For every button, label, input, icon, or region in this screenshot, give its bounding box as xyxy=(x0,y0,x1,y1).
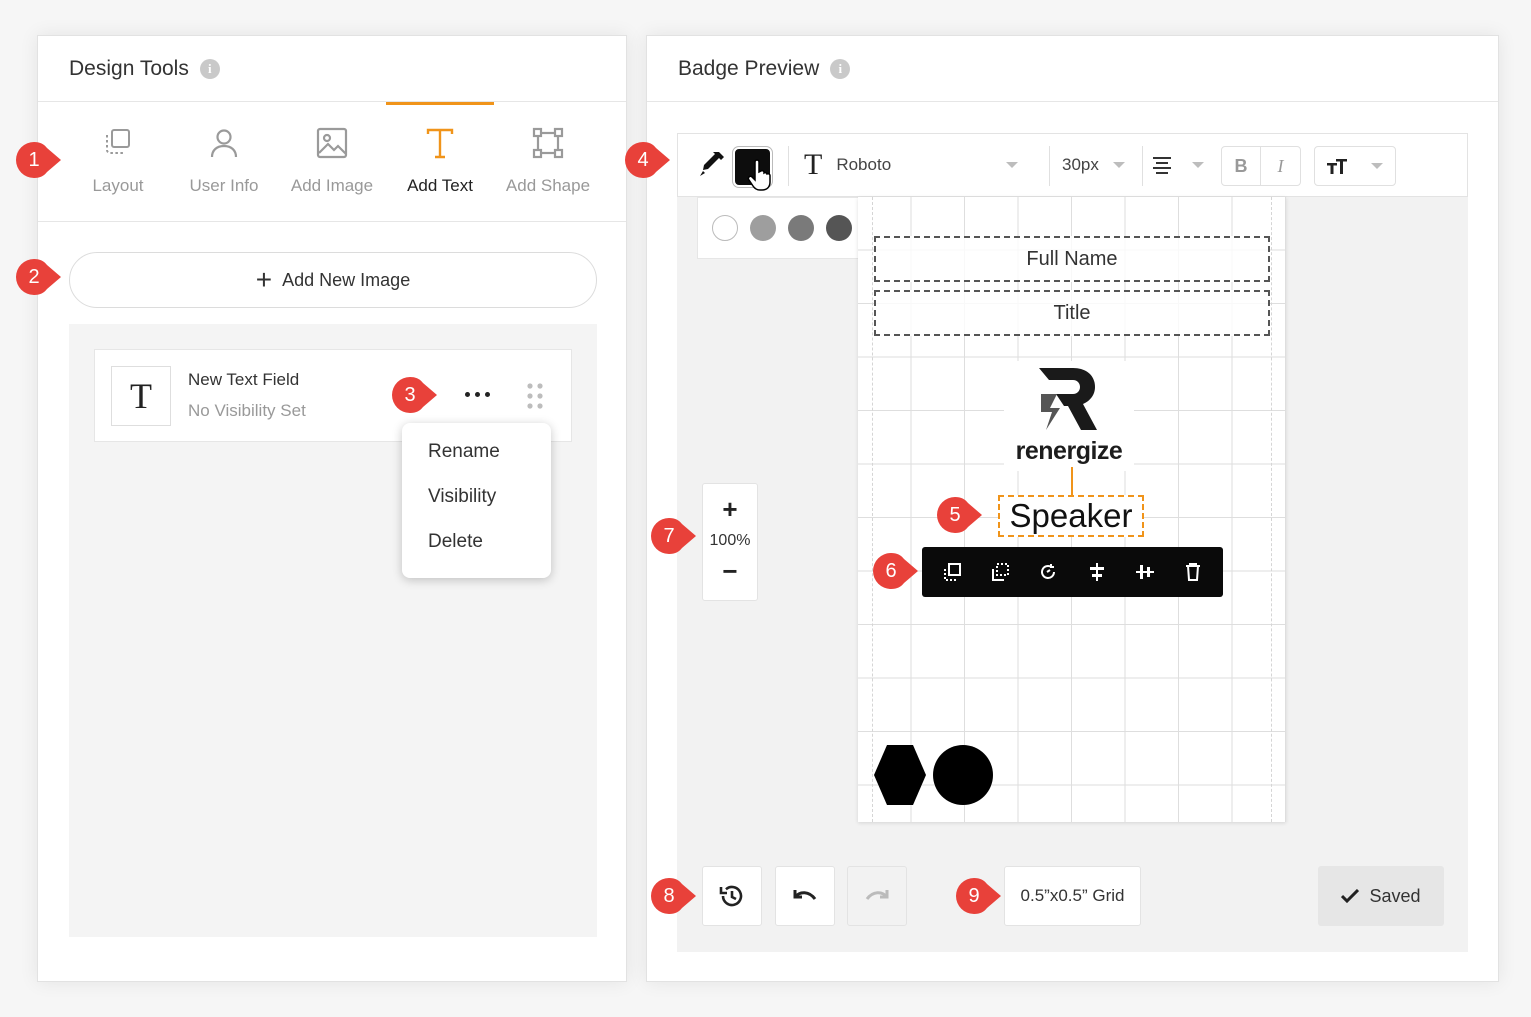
tab-add-shape[interactable]: Add Shape xyxy=(494,102,602,221)
saved-label: Saved xyxy=(1369,885,1421,906)
text-style-group: B I xyxy=(1221,146,1301,186)
design-tools-header: Design Tools i xyxy=(38,36,626,102)
design-tabs: Layout User Info Add Image Add Text Add … xyxy=(38,102,626,222)
tab-label: Add Image xyxy=(290,176,374,195)
zoom-in-button[interactable]: + xyxy=(703,496,757,522)
align-vertical-center-icon[interactable] xyxy=(1132,559,1158,585)
tab-layout[interactable]: Layout xyxy=(64,102,172,221)
text-format-toolbar: T Roboto 30px B I xyxy=(677,133,1468,197)
color-swatch-white[interactable] xyxy=(712,215,738,241)
annotation-marker: 5 xyxy=(936,496,984,534)
tab-label: Layout xyxy=(92,176,144,195)
chevron-down-icon xyxy=(1112,162,1125,168)
annotation-marker: 4 xyxy=(624,141,672,179)
annotation-marker: 6 xyxy=(872,552,920,590)
color-swatch-gray-1[interactable] xyxy=(750,215,776,241)
design-tools-title: Design Tools xyxy=(69,56,189,80)
element-toolbar xyxy=(922,547,1223,597)
shape-icon xyxy=(532,127,564,159)
align-center-icon xyxy=(1153,157,1171,174)
menu-item-visibility[interactable]: Visibility xyxy=(402,486,551,531)
bring-forward-icon[interactable] xyxy=(939,559,965,585)
rotate-icon[interactable] xyxy=(1035,559,1061,585)
circle-shape[interactable] xyxy=(933,745,993,805)
more-options-icon[interactable] xyxy=(457,382,497,406)
canvas-area: T Roboto 30px B I Full Name Title renerg… xyxy=(677,133,1468,952)
info-icon[interactable]: i xyxy=(199,58,220,79)
font-family-select[interactable]: T Roboto xyxy=(804,134,1019,196)
history-icon xyxy=(719,885,743,907)
add-new-image-button[interactable]: + Add New Image xyxy=(69,252,597,308)
full-name-field[interactable]: Full Name xyxy=(874,236,1270,282)
undo-button[interactable] xyxy=(775,866,835,926)
plus-icon: + xyxy=(255,264,273,295)
font-size-value: 30px xyxy=(1062,155,1099,174)
text-size-icon xyxy=(1315,147,1359,185)
logo-text: renergize xyxy=(1015,437,1123,465)
grid-toggle-button[interactable]: 0.5”x0.5” Grid xyxy=(1004,866,1141,926)
tab-label: Add Shape xyxy=(505,176,591,195)
badge-preview-panel: Badge Preview i T Roboto 30px B I Full N… xyxy=(646,35,1499,982)
menu-item-rename[interactable]: Rename xyxy=(402,441,551,486)
tab-label: User Info xyxy=(189,176,259,195)
badge-preview-header: Badge Preview i xyxy=(647,36,1498,102)
check-icon xyxy=(1341,889,1360,903)
history-button[interactable] xyxy=(702,866,762,926)
title-field[interactable]: Title xyxy=(874,290,1270,336)
text-icon xyxy=(426,128,454,159)
tab-add-text[interactable]: Add Text xyxy=(386,102,494,221)
zoom-out-button[interactable]: − xyxy=(703,558,757,584)
text-align-select[interactable] xyxy=(1152,134,1204,196)
zoom-control: + 100% − xyxy=(702,483,758,601)
send-backward-icon[interactable] xyxy=(987,559,1013,585)
undo-icon xyxy=(793,890,817,900)
annotation-marker: 9 xyxy=(955,877,1003,915)
saved-button[interactable]: Saved xyxy=(1318,866,1444,926)
chevron-down-icon xyxy=(1359,147,1395,185)
chevron-down-icon xyxy=(1006,162,1019,168)
italic-button[interactable]: I xyxy=(1261,147,1300,185)
color-swatch-gray-2[interactable] xyxy=(788,215,814,241)
annotation-marker: 7 xyxy=(650,517,698,555)
tab-user-info[interactable]: User Info xyxy=(170,102,278,221)
company-logo[interactable]: renergize xyxy=(1004,361,1134,471)
annotation-marker: 1 xyxy=(15,141,63,179)
trash-icon[interactable] xyxy=(1180,559,1206,585)
layout-icon xyxy=(106,129,130,154)
speaker-field[interactable]: Speaker xyxy=(998,495,1144,537)
font-family-value: Roboto xyxy=(836,155,892,174)
field-context-menu: Rename Visibility Delete xyxy=(402,423,551,578)
menu-item-delete[interactable]: Delete xyxy=(402,531,551,576)
redo-icon xyxy=(865,890,889,900)
redo-button[interactable] xyxy=(847,866,907,926)
font-size-select[interactable]: 30px xyxy=(1062,134,1125,196)
text-transform-select[interactable] xyxy=(1314,146,1396,186)
annotation-marker: 3 xyxy=(391,376,439,414)
align-horizontal-center-icon[interactable] xyxy=(1084,559,1110,585)
tab-label: Add Text xyxy=(407,176,473,195)
renergize-logo-mark xyxy=(1039,368,1097,430)
badge-preview-title: Badge Preview xyxy=(678,56,820,80)
image-icon xyxy=(316,127,348,159)
text-field-icon: T xyxy=(111,366,171,426)
annotation-marker: 2 xyxy=(15,258,63,296)
field-visibility: No Visibility Set xyxy=(188,401,306,420)
color-swatch-gray-3[interactable] xyxy=(826,215,852,241)
annotation-marker: 8 xyxy=(650,877,698,915)
tab-add-image[interactable]: Add Image xyxy=(278,102,386,221)
eyedropper-icon[interactable] xyxy=(697,149,727,179)
field-name: New Text Field xyxy=(188,370,300,389)
drag-handle-icon[interactable] xyxy=(526,382,544,410)
bold-button[interactable]: B xyxy=(1222,147,1261,185)
user-icon xyxy=(210,129,238,158)
add-new-image-label: Add New Image xyxy=(282,269,411,290)
zoom-level: 100% xyxy=(709,532,751,549)
design-tools-panel: Design Tools i Layout User Info Add Imag… xyxy=(37,35,627,982)
chevron-down-icon xyxy=(1192,162,1204,168)
hand-cursor-icon xyxy=(747,159,771,191)
info-icon[interactable]: i xyxy=(830,58,851,79)
font-icon: T xyxy=(804,148,823,181)
fields-list: T New Text Field No Visibility Set xyxy=(69,324,597,937)
badge-canvas[interactable]: Full Name Title renergize Speaker xyxy=(858,197,1286,822)
